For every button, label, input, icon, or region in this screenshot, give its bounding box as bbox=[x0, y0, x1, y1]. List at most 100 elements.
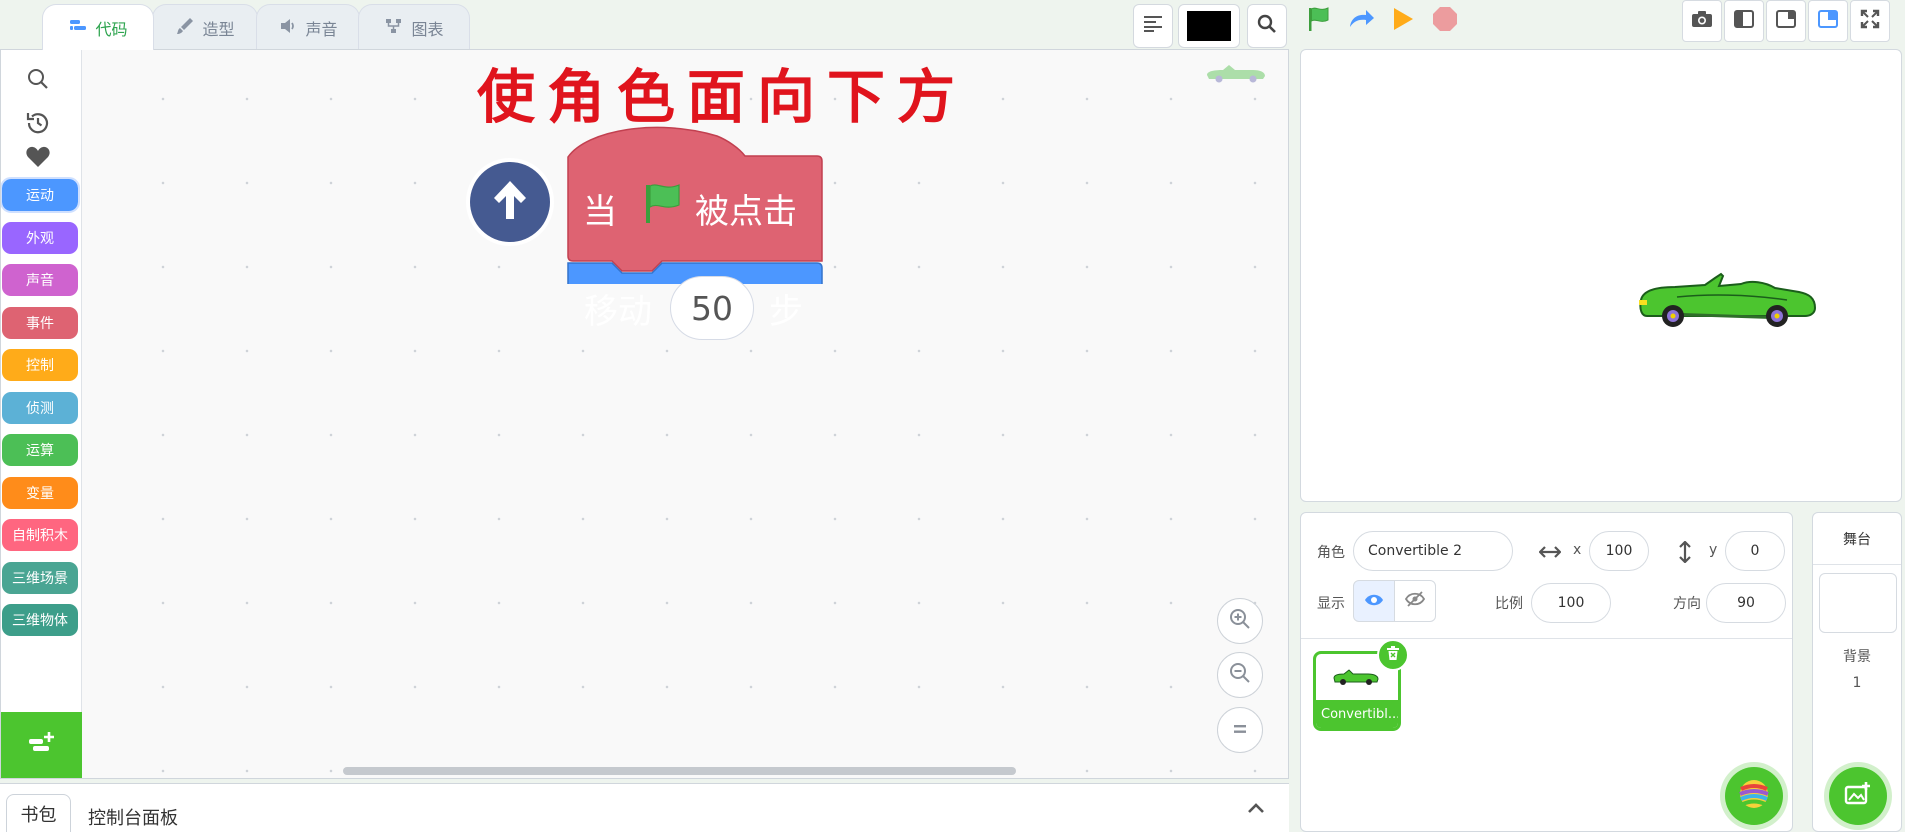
category-3d-object[interactable]: 三维物体 bbox=[2, 604, 78, 636]
green-flag-button[interactable] bbox=[1305, 6, 1333, 36]
steps-input[interactable]: 50 bbox=[670, 276, 754, 340]
code-icon bbox=[68, 16, 88, 40]
right-panel-icon bbox=[1776, 10, 1796, 32]
tab-costumes[interactable]: 造型 bbox=[152, 4, 258, 50]
vertical-arrows-icon bbox=[1678, 540, 1692, 567]
small-stage-button[interactable] bbox=[1724, 0, 1764, 42]
direction-arrow-badge bbox=[470, 162, 550, 242]
category-3d-scene[interactable]: 三维场景 bbox=[2, 562, 78, 594]
tab-sounds-label: 声音 bbox=[305, 19, 338, 39]
search-icon bbox=[1257, 14, 1277, 38]
favorites-button[interactable] bbox=[25, 146, 51, 172]
stage-thumbnail[interactable] bbox=[1819, 573, 1897, 633]
tab-code[interactable]: 代码 bbox=[42, 4, 154, 50]
direction-input[interactable]: 90 bbox=[1706, 583, 1786, 623]
show-sprite-button[interactable] bbox=[1353, 580, 1395, 622]
arrow-up-icon bbox=[486, 176, 534, 228]
category-label: 变量 bbox=[26, 486, 54, 502]
sprite-name-input[interactable]: Convertible 2 bbox=[1353, 531, 1513, 571]
eye-icon bbox=[1364, 592, 1384, 611]
backpack-tab[interactable]: 书包 bbox=[6, 794, 71, 832]
add-extension-icon bbox=[27, 730, 57, 760]
delete-sprite-button[interactable] bbox=[1377, 639, 1409, 671]
right-panel-button[interactable] bbox=[1766, 0, 1806, 42]
move-block-pre-text: 移动 bbox=[584, 292, 652, 332]
play-button[interactable] bbox=[1389, 6, 1417, 36]
category-label: 运算 bbox=[26, 443, 54, 459]
hide-sprite-button[interactable] bbox=[1394, 580, 1436, 622]
stop-icon bbox=[1432, 6, 1458, 36]
category-label: 控制 bbox=[26, 358, 54, 374]
history-button[interactable] bbox=[25, 112, 51, 138]
stop-button[interactable] bbox=[1431, 6, 1459, 36]
small-stage-icon bbox=[1734, 10, 1754, 32]
brush-icon bbox=[175, 16, 195, 40]
y-input[interactable]: 0 bbox=[1725, 531, 1785, 571]
search-icon bbox=[26, 67, 50, 95]
category-label: 三维场景 bbox=[12, 571, 68, 587]
color-picker-button[interactable] bbox=[1178, 4, 1240, 48]
add-extension-button[interactable] bbox=[1, 712, 82, 778]
category-sound[interactable]: 声音 bbox=[2, 264, 78, 296]
add-backdrop-button[interactable] bbox=[1829, 767, 1887, 825]
color-swatch bbox=[1187, 11, 1231, 41]
x-input[interactable]: 100 bbox=[1589, 531, 1649, 571]
category-operators[interactable]: 运算 bbox=[2, 434, 78, 466]
zoom-in-button[interactable] bbox=[1217, 598, 1263, 644]
search-button[interactable] bbox=[1247, 4, 1287, 48]
sprite-convertible[interactable] bbox=[1637, 270, 1817, 336]
tab-code-label: 代码 bbox=[95, 19, 128, 39]
tab-chart[interactable]: 图表 bbox=[358, 4, 470, 50]
stage-canvas[interactable] bbox=[1300, 49, 1902, 502]
layout-buttons bbox=[1682, 0, 1890, 42]
visibility-label: 显示 bbox=[1317, 596, 1345, 612]
category-label: 外观 bbox=[26, 231, 54, 247]
tab-chart-label: 图表 bbox=[411, 19, 444, 39]
redo-button[interactable] bbox=[1347, 6, 1375, 36]
tab-sounds[interactable]: 声音 bbox=[256, 4, 360, 50]
y-label: y bbox=[1709, 542, 1718, 558]
category-motion[interactable]: 运动 bbox=[1, 177, 80, 213]
chevron-up-icon[interactable] bbox=[1246, 800, 1266, 819]
backdrop-count: 1 bbox=[1852, 675, 1862, 691]
category-label: 运动 bbox=[26, 188, 54, 204]
size-label: 比例 bbox=[1495, 596, 1523, 612]
horizontal-scrollbar[interactable] bbox=[343, 767, 1016, 775]
bottom-panel: 书包 控制台面板 bbox=[0, 783, 1289, 832]
category-my-blocks[interactable]: 自制积木 bbox=[2, 519, 78, 551]
green-flag-icon bbox=[1305, 5, 1333, 37]
zoom-reset-button[interactable] bbox=[1217, 707, 1263, 753]
align-button[interactable] bbox=[1133, 4, 1173, 48]
category-looks[interactable]: 外观 bbox=[2, 222, 78, 254]
camera-icon bbox=[1691, 10, 1713, 32]
tab-costumes-label: 造型 bbox=[202, 19, 235, 39]
category-label: 自制积木 bbox=[12, 528, 68, 544]
x-label: x bbox=[1573, 542, 1582, 558]
category-events[interactable]: 事件 bbox=[2, 307, 78, 339]
category-sensing[interactable]: 侦测 bbox=[2, 392, 78, 424]
size-input[interactable]: 100 bbox=[1531, 583, 1611, 623]
hat-block-post-text: 被点击 bbox=[695, 192, 797, 232]
split-layout-icon bbox=[1818, 10, 1838, 32]
category-control[interactable]: 控制 bbox=[2, 349, 78, 381]
code-panel: 运动 外观 声音 事件 控制 侦测 运算 变量 自制积木 三维场景 三维物体 使… bbox=[0, 49, 1289, 779]
stage-selector[interactable]: 舞台 背景 1 bbox=[1812, 512, 1902, 832]
console-panel-label[interactable]: 控制台面板 bbox=[88, 804, 178, 830]
run-controls bbox=[1305, 6, 1459, 36]
direction-label: 方向 bbox=[1673, 596, 1701, 612]
screenshot-button[interactable] bbox=[1682, 0, 1722, 42]
fullscreen-button[interactable] bbox=[1850, 0, 1890, 42]
hat-block-pre-text: 当 bbox=[583, 192, 617, 232]
category-variables[interactable]: 变量 bbox=[2, 477, 78, 509]
category-label: 侦测 bbox=[26, 401, 54, 417]
align-left-icon bbox=[1143, 15, 1163, 37]
zoom-out-icon bbox=[1228, 661, 1252, 689]
horizontal-arrows-icon bbox=[1538, 544, 1562, 563]
block-search-button[interactable] bbox=[25, 68, 51, 94]
category-label: 事件 bbox=[26, 316, 54, 332]
split-layout-button[interactable] bbox=[1808, 0, 1848, 42]
add-sprite-button[interactable] bbox=[1725, 767, 1783, 825]
zoom-out-button[interactable] bbox=[1217, 652, 1263, 698]
sprite-library-icon bbox=[1737, 777, 1771, 815]
sprite-name-label: 角色 bbox=[1317, 545, 1345, 561]
